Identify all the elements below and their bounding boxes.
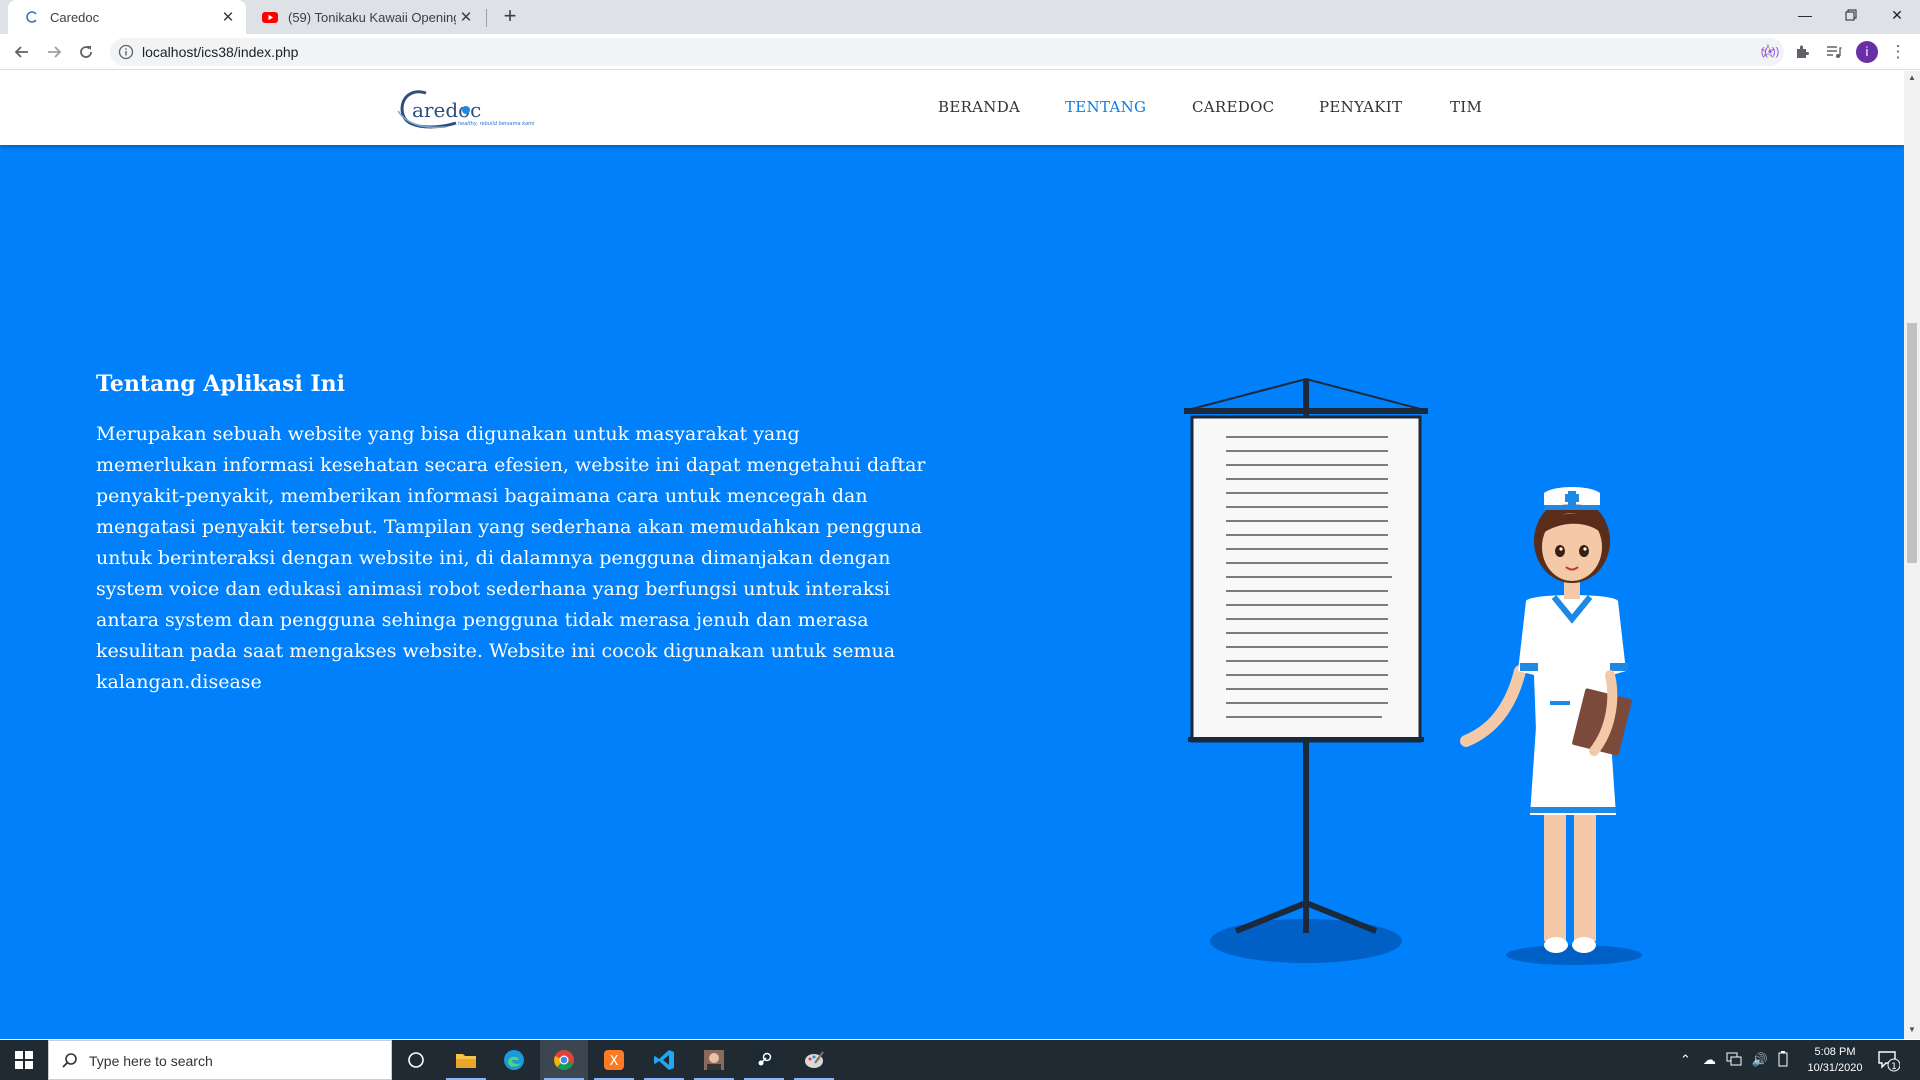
nurse-presentation-illustration: [1170, 371, 1650, 971]
tab-youtube[interactable]: (59) Tonikaku Kawaii Opening So ✕: [246, 0, 484, 34]
close-icon[interactable]: ✕: [218, 7, 238, 27]
notification-center-icon[interactable]: 1: [1876, 1048, 1901, 1072]
caredoc-logo[interactable]: aredoc healthy, rebuild bersama kami: [396, 83, 536, 135]
volume-icon[interactable]: 🔊: [1752, 1052, 1768, 1068]
scrollbar-thumb[interactable]: [1907, 323, 1917, 563]
extensions-icon[interactable]: [1788, 38, 1816, 66]
youtube-icon: [262, 9, 278, 25]
svg-text:X: X: [610, 1054, 619, 1069]
nav-tim[interactable]: TIM: [1450, 98, 1482, 116]
minimize-button[interactable]: —: [1782, 0, 1828, 30]
app-avatar-icon[interactable]: [690, 1040, 738, 1080]
forward-button[interactable]: [40, 38, 68, 66]
clock-date: 10/31/2020: [1807, 1062, 1863, 1074]
paint-app-icon[interactable]: [790, 1040, 838, 1080]
system-tray: ⌃ ☁ 🔊: [1680, 1040, 1788, 1080]
page-content: aredoc healthy, rebuild bersama kami BER…: [0, 71, 1904, 1039]
page-scrollbar[interactable]: ▲ ▼: [1904, 71, 1920, 1039]
vscode-icon[interactable]: [640, 1040, 688, 1080]
taskbar-clock[interactable]: 5:08 PM 10/31/2020: [1800, 1044, 1870, 1076]
scroll-up-arrow-icon[interactable]: ▲: [1904, 73, 1920, 85]
about-description: Merupakan sebuah website yang bisa digun…: [96, 423, 926, 693]
windows-icon: [15, 1051, 33, 1069]
address-bar[interactable]: localhost/ics38/index.php ☆: [110, 38, 1784, 66]
search-icon: [61, 1052, 79, 1070]
restore-button[interactable]: [1828, 0, 1874, 30]
tab-caredoc[interactable]: Caredoc ✕: [8, 0, 246, 34]
cast-icon[interactable]: ((•)): [1756, 38, 1784, 66]
start-button[interactable]: [0, 1040, 48, 1080]
task-view-icon[interactable]: [392, 1040, 440, 1080]
site-navbar: aredoc healthy, rebuild bersama kami BER…: [0, 71, 1904, 145]
svg-text:healthy, rebuild bersama kami: healthy, rebuild bersama kami: [458, 121, 535, 127]
steam-icon[interactable]: [740, 1040, 788, 1080]
nav-tentang[interactable]: TENTANG: [1065, 98, 1146, 116]
tab-title: Caredoc: [50, 9, 100, 25]
onedrive-icon[interactable]: ☁: [1703, 1052, 1716, 1068]
chrome-icon[interactable]: [540, 1040, 588, 1080]
browser-toolbar: localhost/ics38/index.php ☆ ((•)) ⋮: [0, 34, 1920, 70]
nav-caredoc[interactable]: CAREDOC: [1192, 98, 1274, 116]
caredoc-favicon-icon: [24, 9, 40, 25]
reload-button[interactable]: [72, 38, 100, 66]
about-title: Tentang Aplikasi Ini: [96, 371, 346, 397]
windows-taskbar: Type here to search X ⌃ ☁ 🔊 5:08 PM 10/3…: [0, 1040, 1920, 1080]
browser-tab-strip: Caredoc ✕ (59) Tonikaku Kawaii Opening S…: [0, 0, 1920, 34]
tab-divider: [486, 9, 487, 27]
edge-browser-icon[interactable]: [490, 1040, 538, 1080]
info-icon[interactable]: [118, 44, 134, 60]
tab-title: (59) Tonikaku Kawaii Opening So: [288, 9, 456, 25]
file-explorer-icon[interactable]: [442, 1040, 490, 1080]
close-window-button[interactable]: ✕: [1874, 0, 1920, 30]
nav-beranda[interactable]: BERANDA: [938, 98, 1020, 116]
profile-avatar[interactable]: i: [1856, 41, 1878, 63]
svg-text:aredoc: aredoc: [412, 98, 481, 122]
battery-icon[interactable]: [1778, 1050, 1788, 1070]
search-placeholder: Type here to search: [89, 1053, 213, 1069]
notification-count: 1: [1891, 1062, 1897, 1072]
xampp-icon[interactable]: X: [590, 1040, 638, 1080]
scroll-down-arrow-icon[interactable]: ▼: [1904, 1025, 1920, 1037]
back-button[interactable]: [8, 38, 36, 66]
url-text[interactable]: localhost/ics38/index.php: [142, 44, 298, 60]
new-tab-button[interactable]: +: [498, 5, 522, 29]
media-queue-icon[interactable]: [1820, 38, 1848, 66]
network-icon[interactable]: [1726, 1052, 1742, 1069]
close-icon[interactable]: ✕: [456, 7, 476, 27]
taskbar-search-box[interactable]: Type here to search: [48, 1040, 392, 1080]
nav-penyakit[interactable]: PENYAKIT: [1319, 98, 1402, 116]
menu-kebab-icon[interactable]: ⋮: [1884, 38, 1912, 66]
chevron-up-icon[interactable]: ⌃: [1680, 1052, 1691, 1068]
clock-time: 5:08 PM: [1814, 1046, 1856, 1058]
